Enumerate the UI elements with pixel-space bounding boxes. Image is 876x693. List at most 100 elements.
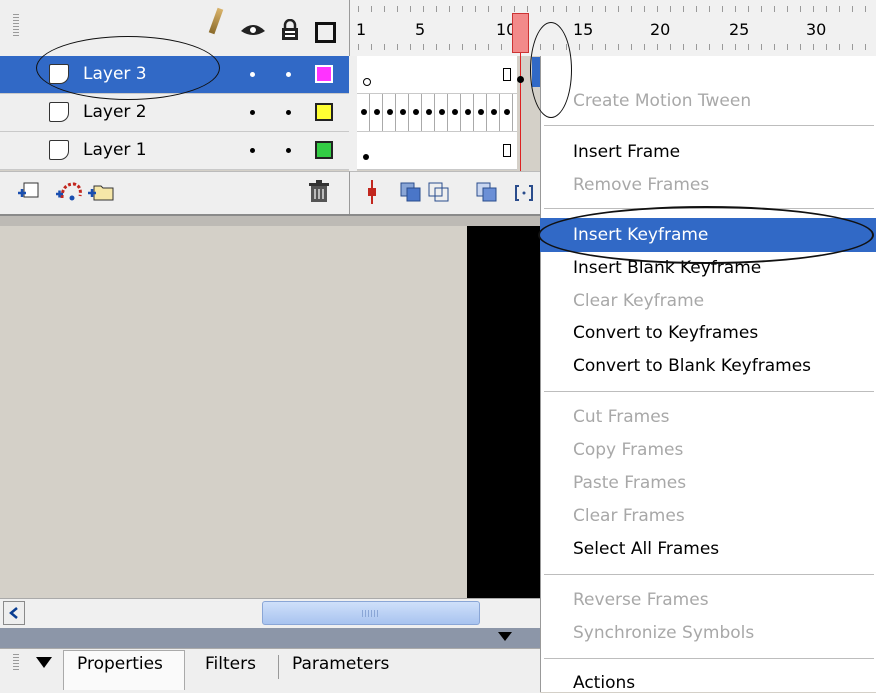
insert-folder-icon[interactable] [86, 180, 116, 202]
menu-item-paste-frames[interactable]: Paste Frames [573, 473, 686, 493]
visibility-dot[interactable] [250, 72, 255, 77]
onion-skin-outlines-icon[interactable] [428, 182, 450, 202]
panel-grip[interactable] [13, 654, 19, 672]
annotation-oval-insert-keyframe [538, 206, 874, 264]
playhead-line [520, 53, 521, 175]
tab-parameters[interactable]: Parameters [292, 654, 389, 674]
lock-dot[interactable] [286, 110, 291, 115]
layer-row[interactable]: Layer 2 [0, 94, 349, 132]
collapse-arrow-icon[interactable] [498, 632, 512, 641]
stage-separator[interactable] [0, 214, 540, 226]
ruler-tick [813, 6, 814, 12]
layer-name: Layer 2 [83, 102, 147, 122]
center-frame-icon[interactable] [365, 180, 379, 204]
layer-outline-color[interactable] [315, 65, 333, 83]
ruler-tick [423, 44, 424, 50]
menu-item-select-all-frames[interactable]: Select All Frames [573, 539, 719, 559]
visibility-dot[interactable] [250, 148, 255, 153]
menu-item-insert-frame[interactable]: Insert Frame [573, 142, 680, 162]
blank-keyframe[interactable] [363, 78, 371, 86]
ruler-tick [579, 44, 580, 50]
add-guide-layer-icon[interactable] [54, 180, 84, 202]
frame-row[interactable] [357, 56, 517, 94]
ruler-tick [501, 6, 502, 12]
ruler-num: 30 [806, 20, 827, 39]
menu-item-create-motion-tween[interactable]: Create Motion Tween [573, 91, 751, 111]
ruler-tick [423, 6, 424, 12]
keyframe[interactable] [465, 109, 471, 115]
menu-item-remove-frames[interactable]: Remove Frames [573, 175, 709, 195]
edit-multiple-frames-icon[interactable] [476, 182, 498, 202]
ruler-tick [722, 44, 723, 50]
panel-divider[interactable] [0, 628, 540, 648]
tab-filters[interactable]: Filters [205, 654, 256, 674]
menu-item-clear-keyframe[interactable]: Clear Keyframe [573, 291, 704, 311]
keyframe[interactable] [439, 109, 445, 115]
scroll-thumb-grip [362, 610, 378, 617]
ruler-tick [618, 6, 619, 12]
tab-properties[interactable]: Properties [77, 654, 163, 674]
trash-icon[interactable] [308, 180, 330, 204]
frame-row[interactable] [357, 94, 517, 132]
onion-skin-icon[interactable] [400, 182, 422, 202]
ruler-tick [397, 6, 398, 12]
modify-onion-markers-icon[interactable] [514, 184, 534, 202]
menu-item-convert-to-keyframes[interactable]: Convert to Keyframes [573, 323, 758, 343]
lock-icon[interactable] [281, 19, 299, 41]
lock-dot[interactable] [286, 72, 291, 77]
layer-row[interactable]: Layer 1 [0, 132, 349, 170]
ruler-tick [605, 44, 606, 50]
keyframe[interactable] [361, 109, 367, 115]
ruler-tick [436, 6, 437, 12]
outline-icon[interactable] [315, 22, 336, 43]
menu-item-copy-frames[interactable]: Copy Frames [573, 440, 683, 460]
annotation-oval-frame [530, 22, 572, 118]
keyframe[interactable] [491, 109, 497, 115]
ruler-tick [800, 44, 801, 50]
scroll-left-button[interactable] [3, 601, 25, 625]
ruler-num: 20 [650, 20, 671, 39]
ruler-tick [644, 6, 645, 12]
keyframe[interactable] [504, 109, 510, 115]
frame-ruler[interactable] [349, 0, 876, 56]
menu-item-convert-to-blank-keyframes[interactable]: Convert to Blank Keyframes [573, 356, 811, 376]
stage-pasteboard[interactable] [0, 226, 467, 598]
keyframe[interactable] [400, 109, 406, 115]
ruler-tick [852, 44, 853, 50]
keyframe[interactable] [478, 109, 484, 115]
timeline-grip[interactable] [13, 14, 19, 38]
keyframe[interactable] [413, 109, 419, 115]
ruler-tick [696, 6, 697, 12]
layer-outline-color[interactable] [315, 141, 333, 159]
menu-item-reverse-frames[interactable]: Reverse Frames [573, 590, 709, 610]
playhead[interactable] [512, 13, 529, 53]
ruler-tick [683, 44, 684, 50]
menu-item-cut-frames[interactable]: Cut Frames [573, 407, 670, 427]
keyframe[interactable] [374, 109, 380, 115]
eye-icon[interactable] [240, 21, 266, 39]
keyframe[interactable] [426, 109, 432, 115]
add-layer-icon[interactable] [16, 180, 42, 202]
visibility-dot[interactable] [250, 110, 255, 115]
menu-item-clear-frames[interactable]: Clear Frames [573, 506, 685, 526]
ruler-tick [475, 44, 476, 50]
ruler-tick [436, 44, 437, 50]
panel-toggle-arrow-icon[interactable] [36, 657, 52, 668]
lock-dot[interactable] [286, 148, 291, 153]
ruler-tick [748, 44, 749, 50]
stage-canvas[interactable] [467, 226, 540, 598]
keyframe[interactable] [517, 76, 524, 83]
layer-icon [49, 102, 69, 122]
ruler-tick [826, 44, 827, 50]
keyframe[interactable] [452, 109, 458, 115]
menu-separator [544, 125, 874, 126]
ruler-tick [579, 6, 580, 12]
menu-item-actions[interactable]: Actions [573, 673, 635, 693]
ruler-tick [761, 44, 762, 50]
ruler-tick [592, 44, 593, 50]
menu-item-synchronize-symbols[interactable]: Synchronize Symbols [573, 623, 754, 643]
ruler-tick [462, 6, 463, 12]
keyframe[interactable] [387, 109, 393, 115]
layer-outline-color[interactable] [315, 103, 333, 121]
ruler-tick [774, 44, 775, 50]
